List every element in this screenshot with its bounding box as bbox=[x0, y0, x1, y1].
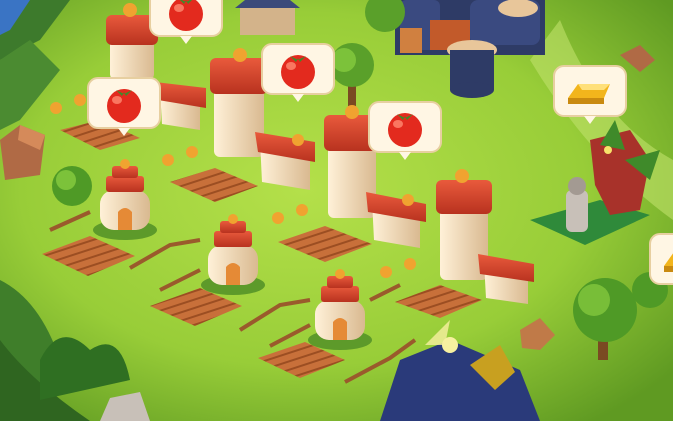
workshop-building[interactable] bbox=[235, 0, 300, 35]
tomato-icon bbox=[261, 43, 335, 102]
tomato-icon bbox=[368, 101, 442, 160]
knight-character[interactable] bbox=[566, 177, 588, 232]
gold-bar-icon bbox=[649, 233, 673, 285]
gold-bar-icon bbox=[553, 65, 627, 124]
tomato-icon bbox=[87, 77, 161, 136]
bush bbox=[52, 166, 92, 206]
gold-harvest-bubble[interactable] bbox=[552, 64, 628, 126]
tomato-icon bbox=[149, 0, 223, 44]
tomato-harvest-bubble[interactable] bbox=[260, 42, 336, 104]
tomato-harvest-bubble[interactable] bbox=[367, 100, 443, 162]
tomato-harvest-bubble[interactable] bbox=[86, 76, 162, 138]
gold-harvest-bubble[interactable] bbox=[648, 232, 673, 294]
tomato-harvest-bubble[interactable] bbox=[148, 0, 224, 46]
game-scene[interactable] bbox=[0, 0, 673, 421]
